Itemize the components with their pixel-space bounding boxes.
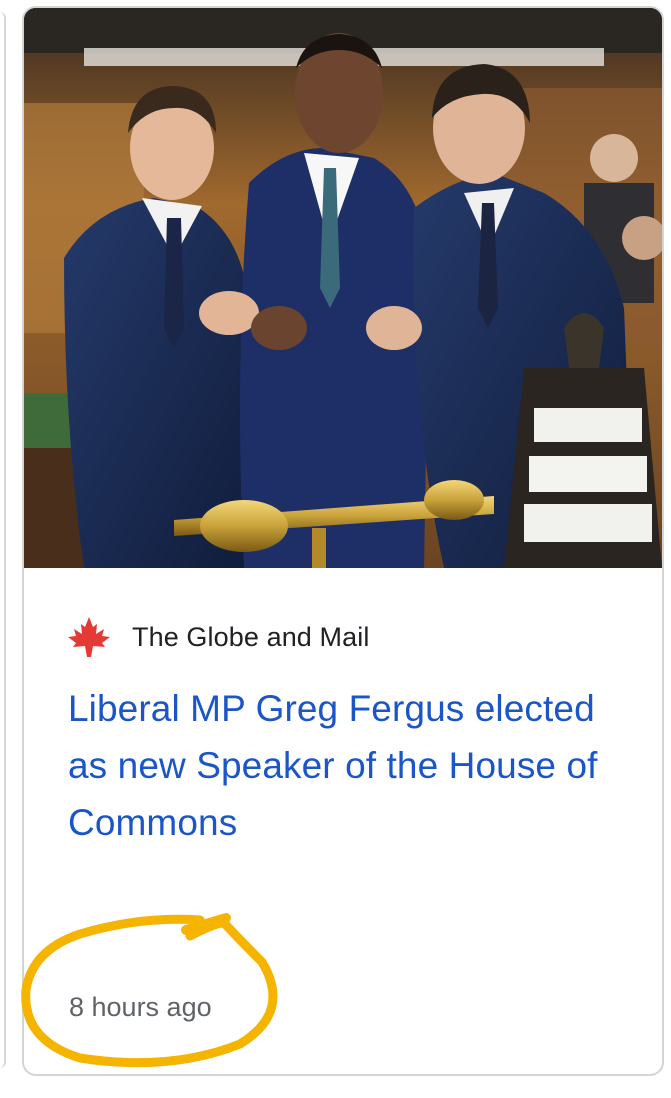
timestamp: 8 hours ago (69, 992, 212, 1022)
source-name: The Globe and Mail (132, 621, 370, 652)
maple-leaf-icon (66, 615, 112, 659)
news-card[interactable]: The Globe and Mail Liberal MP Greg Fergu… (22, 6, 664, 1076)
headline-link[interactable]: Liberal MP Greg Fergus elected as new Sp… (68, 680, 628, 851)
previous-card-edge[interactable] (0, 12, 6, 1068)
source-row: The Globe and Mail (66, 615, 369, 659)
news-image[interactable] (24, 8, 662, 568)
news-photo (24, 8, 662, 568)
